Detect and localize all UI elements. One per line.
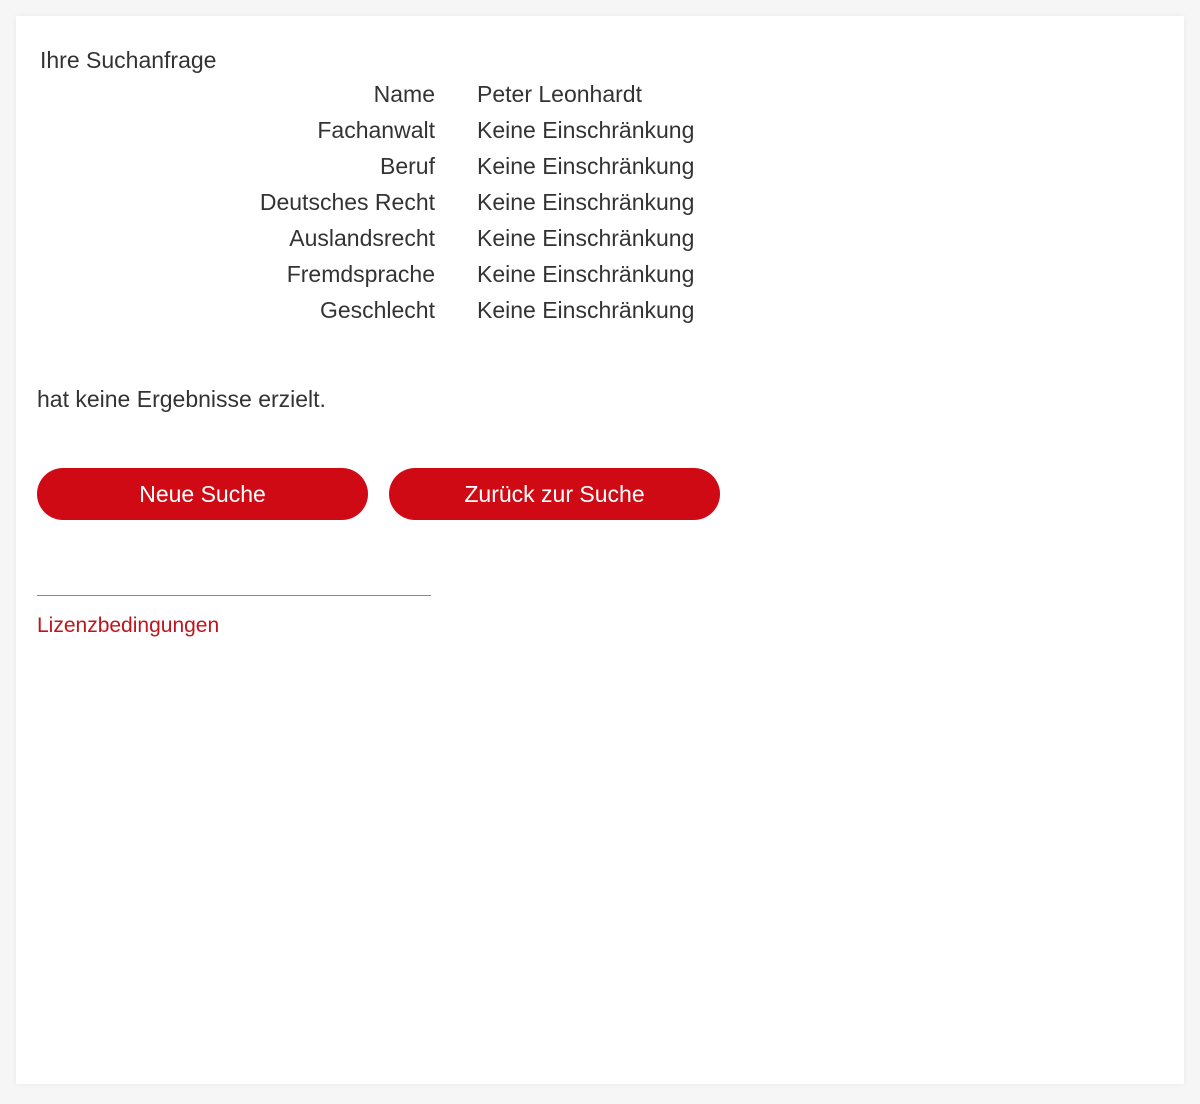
- query-criteria-list: Name Peter Leonhardt Fachanwalt Keine Ei…: [16, 79, 816, 331]
- criteria-value: Keine Einschränkung: [477, 225, 695, 251]
- criteria-value: Keine Einschränkung: [477, 117, 695, 143]
- footer-divider: [37, 595, 431, 596]
- criteria-row-name: Name Peter Leonhardt: [16, 79, 816, 115]
- criteria-label: Beruf: [380, 153, 435, 179]
- criteria-label: Deutsches Recht: [259, 189, 435, 215]
- criteria-row-auslandsrecht: Auslandsrecht Keine Einschränkung: [16, 223, 816, 259]
- back-to-search-button[interactable]: Zurück zur Suche: [389, 468, 720, 520]
- criteria-value: Keine Einschränkung: [477, 261, 695, 287]
- query-heading: Ihre Suchanfrage: [40, 47, 217, 73]
- criteria-row-geschlecht: Geschlecht Keine Einschränkung: [16, 295, 816, 331]
- search-result-panel: Ihre Suchanfrage Name Peter Leonhardt Fa…: [16, 16, 1184, 1084]
- criteria-label: Auslandsrecht: [289, 225, 435, 251]
- criteria-value: Keine Einschränkung: [477, 153, 695, 179]
- criteria-value: Keine Einschränkung: [477, 189, 695, 215]
- criteria-row-fachanwalt: Fachanwalt Keine Einschränkung: [16, 115, 816, 151]
- no-results-message: hat keine Ergebnisse erzielt.: [37, 386, 326, 412]
- criteria-label: Name: [373, 81, 435, 107]
- criteria-label: Fachanwalt: [317, 117, 435, 143]
- criteria-value: Peter Leonhardt: [477, 81, 642, 107]
- criteria-label: Geschlecht: [319, 297, 435, 323]
- criteria-row-deutsches-recht: Deutsches Recht Keine Einschränkung: [16, 187, 816, 223]
- criteria-label: Fremdsprache: [286, 261, 435, 287]
- criteria-row-beruf: Beruf Keine Einschränkung: [16, 151, 816, 187]
- criteria-row-fremdsprache: Fremdsprache Keine Einschränkung: [16, 259, 816, 295]
- license-terms-link[interactable]: Lizenzbedingungen: [37, 613, 219, 639]
- new-search-button[interactable]: Neue Suche: [37, 468, 368, 520]
- criteria-value: Keine Einschränkung: [477, 297, 695, 323]
